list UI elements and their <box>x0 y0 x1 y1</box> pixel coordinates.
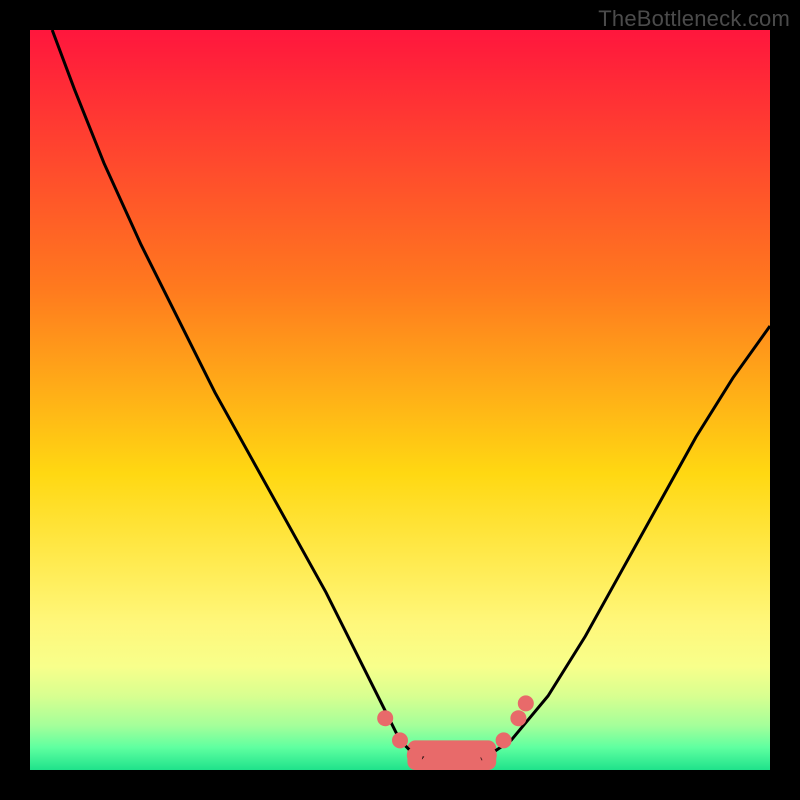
frame: TheBottleneck.com <box>0 0 800 800</box>
curve-marker <box>518 695 534 711</box>
curve-marker <box>436 755 452 770</box>
markers-group <box>377 695 534 770</box>
plot-area <box>30 30 770 770</box>
curve-marker <box>481 747 497 763</box>
curve-marker <box>510 710 526 726</box>
curve-marker <box>451 755 467 770</box>
curve-marker <box>422 755 438 770</box>
curve-marker <box>496 732 512 748</box>
curve-marker <box>466 755 482 770</box>
chart-overlay <box>30 30 770 770</box>
curve-marker <box>407 747 423 763</box>
bottleneck-curve <box>52 30 770 763</box>
curve-marker <box>392 732 408 748</box>
watermark-text: TheBottleneck.com <box>598 6 790 32</box>
curve-marker <box>377 710 393 726</box>
